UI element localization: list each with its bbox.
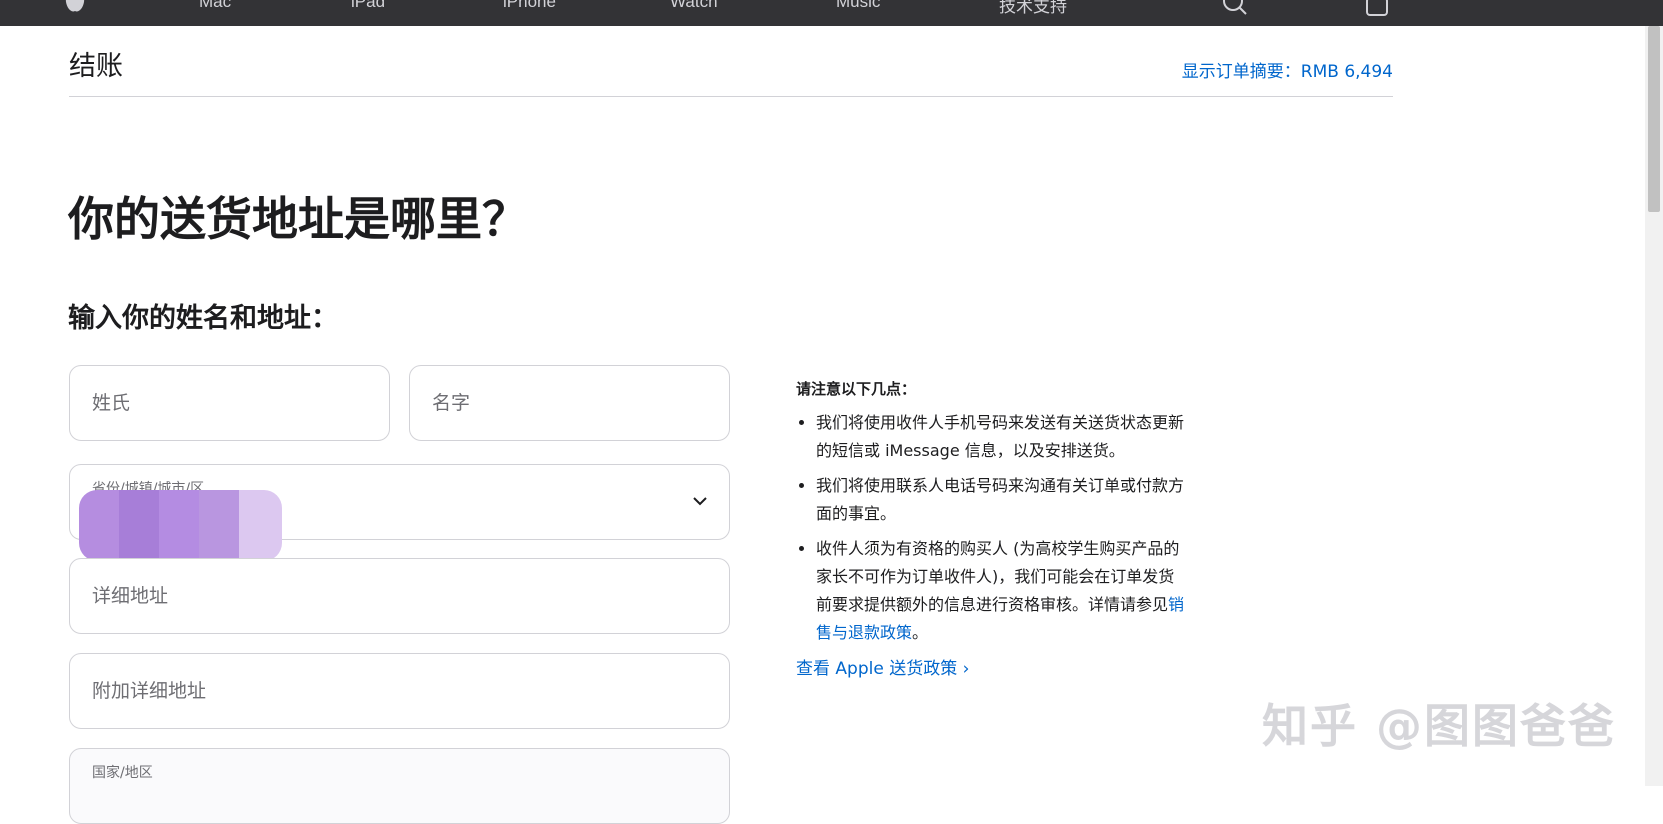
notes-title: 请注意以下几点：	[796, 380, 917, 398]
bag-icon[interactable]	[1364, 0, 1390, 22]
address2-input[interactable]	[70, 654, 729, 728]
scrollbar[interactable]	[1645, 26, 1663, 786]
nav-item-mac[interactable]: Mac	[199, 0, 231, 12]
nav-item-ipad[interactable]: iPad	[351, 0, 385, 12]
shipping-policy-link[interactable]: 查看 Apple 送货政策 ›	[796, 654, 1186, 679]
checkout-title: 结账	[69, 51, 123, 82]
address-input[interactable]	[70, 559, 729, 633]
nav-item-iphone[interactable]: iPhone	[503, 0, 556, 12]
nav-item-music[interactable]: Music	[836, 0, 880, 12]
notes-item-sms: 我们将使用收件人手机号码来发送有关送货状态更新的短信或 iMessage 信息，…	[816, 409, 1186, 465]
global-nav: Mac iPad iPhone Watch Music 技术支持	[0, 0, 1663, 26]
notes-item-eligibility-end: 。	[912, 623, 929, 642]
nav-item-watch[interactable]: Watch	[670, 0, 718, 12]
section-heading: 输入你的姓名和地址：	[68, 303, 338, 334]
notes-panel: 请注意以下几点： 我们将使用收件人手机号码来发送有关送货状态更新的短信或 iMe…	[796, 378, 1186, 679]
address-field	[69, 558, 730, 634]
chevron-down-icon	[691, 492, 709, 514]
last-name-field	[69, 365, 390, 441]
redacted-value	[79, 490, 282, 561]
country-select[interactable]: 国家/地区	[69, 748, 730, 824]
first-name-field	[409, 365, 730, 441]
page-title: 你的送货地址是哪里？	[68, 192, 528, 246]
apple-logo-icon[interactable]	[64, 0, 86, 18]
search-icon[interactable]	[1220, 0, 1250, 22]
address2-field	[69, 653, 730, 729]
country-label: 国家/地区	[92, 765, 153, 781]
notes-item-contact: 我们将使用联系人电话号码来沟通有关订单或付款方面的事宜。	[816, 472, 1186, 528]
checkout-header: 结账 显示订单摘要：RMB 6,494	[69, 40, 1393, 97]
last-name-input[interactable]	[70, 366, 389, 440]
notes-list: 我们将使用收件人手机号码来发送有关送货状态更新的短信或 iMessage 信息，…	[796, 409, 1186, 647]
first-name-input[interactable]	[410, 366, 729, 440]
order-summary-link[interactable]: 显示订单摘要：RMB 6,494	[1182, 57, 1393, 82]
notes-item-eligibility-text: 收件人须为有资格的购买人 (为高校学生购买产品的家长不可作为订单收件人)，我们可…	[816, 539, 1180, 614]
nav-item-support[interactable]: 技术支持	[999, 0, 1067, 17]
watermark: 知乎 @图图爸爸	[1262, 699, 1617, 753]
scrollbar-thumb[interactable]	[1648, 26, 1660, 212]
notes-item-eligibility: 收件人须为有资格的购买人 (为高校学生购买产品的家长不可作为订单收件人)，我们可…	[816, 535, 1186, 647]
